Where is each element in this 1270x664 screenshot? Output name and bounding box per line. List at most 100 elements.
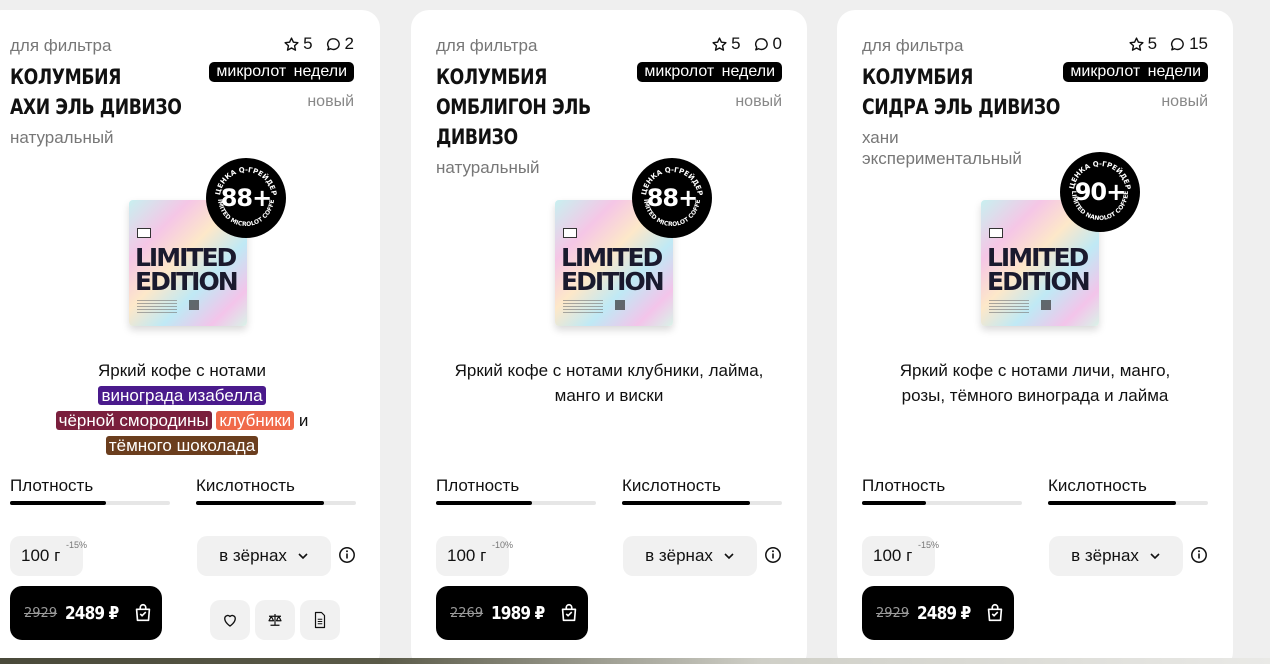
brand-tag: [137, 228, 151, 238]
acidity-fill: [1048, 501, 1176, 505]
chevron-down-icon: [724, 553, 734, 560]
svg-text:ОЦЕНКА Q-ГРЕЙДЕРА: ОЦЕНКА Q-ГРЕЙДЕРА: [1060, 152, 1132, 190]
process-line: экспериментальный: [862, 149, 1022, 168]
acidity-fill: [196, 501, 324, 505]
title-line: Колумбия: [436, 65, 547, 89]
heart-icon: [224, 614, 236, 627]
info-icon[interactable]: [338, 546, 356, 564]
desc-lead: Яркий кофе с нотами: [97, 361, 267, 380]
star-icon: [284, 36, 299, 51]
price: 2489 ₽: [917, 602, 971, 624]
qr-code: [1041, 300, 1051, 310]
processing-method: хани экспериментальный: [862, 127, 1022, 169]
add-to-cart-button[interactable]: 2929 2489 ₽: [862, 586, 1014, 640]
new-label: новый: [307, 93, 354, 110]
product-title[interactable]: Колумбия Омблигон Эль Дивизо: [436, 62, 666, 152]
compare-button[interactable]: [255, 600, 295, 640]
add-to-cart-button[interactable]: 2929 2489 ₽: [10, 586, 162, 640]
process-line: натуральный: [10, 128, 114, 147]
background-strip: [0, 658, 1270, 664]
pack-fineprint: [563, 300, 603, 314]
acidity-label: Кислотность: [1048, 476, 1147, 495]
rating-value: 5: [1147, 34, 1158, 53]
density-label: Плотность: [10, 476, 94, 495]
density-label: Плотность: [436, 476, 520, 495]
microlot-badge: микролот недели: [209, 62, 354, 82]
title-line: Омблигон Эль: [436, 95, 591, 119]
acidity-param: Кислотность: [1048, 476, 1208, 505]
new-label: новый: [735, 93, 782, 110]
rating-block[interactable]: 5 2: [283, 34, 354, 54]
discount-label: -10%: [492, 540, 514, 550]
chevron-down-icon: [298, 553, 308, 560]
density-param: Плотность: [436, 476, 596, 505]
shopping-bag-icon: [987, 603, 1003, 622]
chevron-down-icon: [1150, 553, 1160, 560]
brew-category: для фильтра: [436, 36, 538, 55]
grind-select[interactable]: в зёрнах: [1049, 536, 1183, 576]
note-tag: клубники: [216, 411, 295, 430]
title-line: Ахи Эль Дивизо: [10, 95, 182, 119]
favorite-button[interactable]: [210, 600, 250, 640]
scales-icon: [268, 614, 282, 626]
acidity-param: Кислотность: [622, 476, 782, 505]
document-icon: [314, 611, 326, 629]
acidity-bar: [622, 501, 782, 505]
density-fill: [862, 501, 926, 505]
add-to-cart-button[interactable]: 2269 1989 ₽: [436, 586, 588, 640]
density-bar: [436, 501, 596, 505]
rating-block[interactable]: 5 15: [1128, 34, 1208, 54]
acidity-bar: [1048, 501, 1208, 505]
price: 1989 ₽: [491, 602, 545, 624]
reviews-count: 2: [344, 34, 354, 53]
flavor-description: Яркий кофе с нотами клубники, лайма, ман…: [454, 361, 764, 405]
reviews-count: 15: [1189, 34, 1208, 53]
density-param: Плотность: [10, 476, 170, 505]
seal-ring-text: ОЦЕНКА Q-ГРЕЙДЕРА LIMITED MICROLOT COFFE…: [206, 158, 278, 228]
info-icon[interactable]: [1190, 546, 1208, 564]
old-price: 2929: [24, 605, 58, 621]
info-icon[interactable]: [764, 546, 782, 564]
product-card[interactable]: для фильтра 5 15 Колумбия Сидра Эль Диви…: [837, 10, 1233, 664]
seal-ring-text: ОЦЕНКА Q-ГРЕЙДЕРА LIMITED MICROLOT COFFE…: [632, 158, 704, 228]
acidity-label: Кислотность: [622, 476, 721, 495]
details-button[interactable]: [300, 600, 340, 640]
price: 2489 ₽: [65, 602, 119, 624]
product-card[interactable]: для фильтра 5 0 Колумбия Омблигон Эль Ди…: [411, 10, 807, 664]
brand-tag: [563, 228, 577, 238]
title-line: Колумбия: [862, 65, 973, 89]
density-bar: [10, 501, 170, 505]
product-title[interactable]: Колумбия Ахи Эль Дивизо: [10, 62, 240, 122]
discount-label: -15%: [918, 540, 940, 550]
product-card[interactable]: для фильтра 5 2 Колумбия Ахи Эль Дивизо …: [0, 10, 380, 664]
title-line: Колумбия: [10, 65, 121, 89]
density-label: Плотность: [862, 476, 946, 495]
shopping-bag-icon: [135, 603, 151, 622]
q-grader-seal: ОЦЕНКА Q-ГРЕЙДЕРА LIMITED MICROLOT COFFE…: [206, 158, 286, 238]
grind-select[interactable]: в зёрнах: [623, 536, 757, 576]
density-param: Плотность: [862, 476, 1022, 505]
density-fill: [10, 501, 106, 505]
flavor-description: Яркий кофе с нотами винограда изабелла ч…: [10, 358, 354, 458]
reviews-count: 0: [772, 34, 782, 53]
product-title[interactable]: Колумбия Сидра Эль Дивизо: [862, 62, 1092, 122]
title-line: Дивизо: [436, 125, 518, 149]
pack-label: LIMITED EDITION: [561, 243, 665, 296]
svg-text:ОЦЕНКА Q-ГРЕЙДЕРА: ОЦЕНКА Q-ГРЕЙДЕРА: [206, 158, 278, 196]
grind-value: в зёрнах: [1071, 546, 1139, 565]
pack-label: LIMITED EDITION: [987, 243, 1091, 296]
acidity-label: Кислотность: [196, 476, 295, 495]
comment-icon: [326, 37, 340, 51]
acidity-param: Кислотность: [196, 476, 356, 505]
note-tag: винограда изабелла: [98, 386, 266, 405]
processing-method: натуральный: [10, 127, 114, 148]
seal-ring-text: ОЦЕНКА Q-ГРЕЙДЕРА LIMITED NANOLOT COFFEE: [1060, 152, 1132, 222]
discount-label: -15%: [66, 540, 88, 550]
grind-select[interactable]: в зёрнах: [197, 536, 331, 576]
comment-icon: [754, 37, 768, 51]
microlot-badge: микролот недели: [1063, 62, 1208, 82]
desc-conjunction: и: [298, 411, 309, 430]
star-icon: [712, 36, 727, 51]
qr-code: [189, 300, 199, 310]
rating-block[interactable]: 5 0: [711, 34, 782, 54]
